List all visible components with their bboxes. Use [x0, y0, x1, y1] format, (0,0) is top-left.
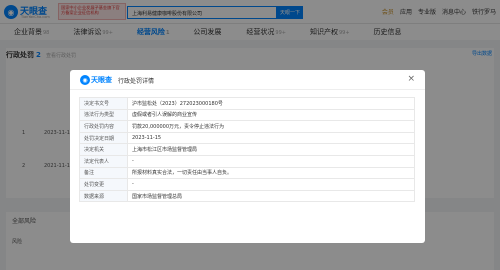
table-row: 处罚决定日期 2023-11-15 — [79, 131, 415, 145]
field-value: 上海市松江区市场监督管理局 — [127, 143, 415, 156]
field-label: 决定书文号 — [79, 97, 128, 110]
field-value: 虚假或者引人误解的商业宣传 — [127, 108, 415, 122]
field-value: - — [127, 178, 415, 191]
table-row: 数据来源 国家市场监督管理总局 — [79, 189, 415, 203]
field-value: - — [127, 154, 415, 168]
field-label: 备注 — [79, 166, 128, 180]
field-value: 2023-11-15 — [127, 131, 415, 145]
field-label: 决定机关 — [79, 143, 128, 156]
table-row: 违法行为类型 虚假或者引人误解的商业宣传 — [79, 108, 415, 122]
table-row: 行政处罚内容 罚款20,000000万元，责令停止违法行为 — [79, 120, 415, 133]
field-label: 行政处罚内容 — [79, 120, 128, 133]
field-label: 处罚变更 — [79, 178, 128, 191]
close-icon[interactable]: × — [407, 74, 415, 84]
field-label: 处罚决定日期 — [79, 131, 128, 145]
table-row: 决定机关 上海市松江区市场监督管理局 — [79, 143, 415, 156]
table-row: 法定代表人 - — [79, 154, 415, 168]
modal-title: 行政处罚详情 — [118, 78, 155, 85]
field-label: 数据来源 — [79, 189, 128, 203]
field-value: 所报材料真实合法，一切责任由当事人自负。 — [127, 166, 415, 180]
table-row: 备注 所报材料真实合法，一切责任由当事人自负。 — [79, 166, 415, 180]
modal-logo: ◉ 天眼查 — [80, 75, 112, 85]
field-value: 沪市监松处（2023）272023000180号 — [127, 97, 415, 110]
field-label: 违法行为类型 — [79, 108, 128, 122]
modal-header: ◉ 天眼查 行政处罚详情 × — [70, 70, 425, 90]
field-value: 罚款20,000000万元，责令停止违法行为 — [127, 120, 415, 133]
logo-eye-icon: ◉ — [80, 75, 90, 85]
field-value: 国家市场监督管理总局 — [127, 189, 415, 203]
field-label: 法定代表人 — [79, 154, 128, 168]
table-row: 处罚变更 - — [79, 178, 415, 191]
modal-logo-text: 天眼查 — [91, 76, 112, 84]
table-row: 决定书文号 沪市监松处（2023）272023000180号 — [79, 97, 415, 110]
detail-table: 决定书文号 沪市监松处（2023）272023000180号 违法行为类型 虚假或者… — [79, 97, 415, 203]
penalty-detail-modal: ◉ 天眼查 行政处罚详情 × 决定书文号 沪市监松处（2023）272023000… — [70, 70, 425, 243]
